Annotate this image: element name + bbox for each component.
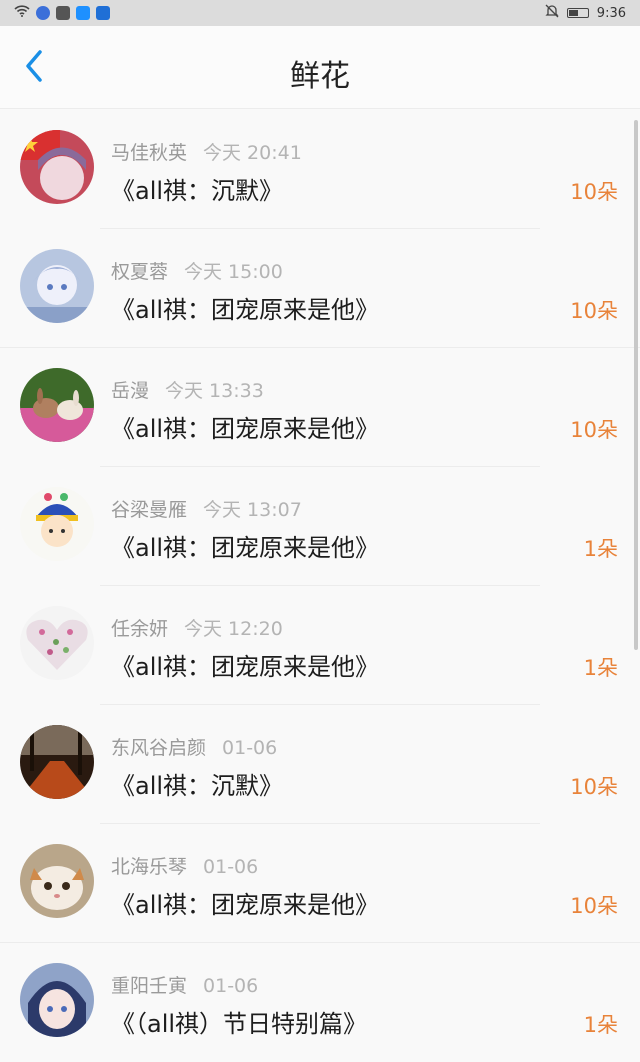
flower-count: 10朵 [570,180,618,204]
user-name[interactable]: 岳漫 [111,380,149,402]
item-meta: 岳漫 今天 13:33 [111,376,264,403]
item-meta: 重阳壬寅 01-06 [111,971,258,998]
avatar[interactable] [20,487,94,561]
list-item[interactable]: 重阳壬寅 01-06 《（all祺）节日特别篇》 1朵 [0,943,640,1062]
book-title[interactable]: 《all祺：团宠原来是他》 [111,647,379,682]
timestamp: 今天 13:33 [165,380,264,402]
battery-icon [566,8,589,18]
mail-notification-icon [56,6,70,20]
timestamp: 01-06 [222,737,278,759]
list-item[interactable]: 北海乐琴 01-06 《all祺：团宠原来是他》 10朵 [0,824,640,943]
timestamp: 今天 15:00 [184,261,283,283]
page-title: 鲜花 [290,59,350,94]
item-meta: 北海乐琴 01-06 [111,852,258,879]
status-bar: 9:36 [0,0,640,26]
avatar[interactable] [20,844,94,918]
list-item[interactable]: 谷梁曼雁 今天 13:07 《all祺：团宠原来是他》 1朵 [0,467,640,586]
book-title[interactable]: 《all祺：团宠原来是他》 [111,290,379,325]
book-title[interactable]: 《all祺：团宠原来是他》 [111,409,379,444]
avatar[interactable] [20,249,94,323]
mute-icon [545,4,559,22]
flower-count: 10朵 [570,418,618,442]
user-name[interactable]: 东风谷启颜 [111,737,206,759]
user-name[interactable]: 北海乐琴 [111,856,187,878]
top-bar: 鲜花 [0,26,640,109]
user-name[interactable]: 马佳秋英 [111,142,187,164]
item-meta: 东风谷启颜 01-06 [111,733,277,760]
wifi-icon [14,5,30,21]
book-title[interactable]: 《all祺：沉默》 [111,171,283,206]
list-item[interactable]: 东风谷启颜 01-06 《all祺：沉默》 10朵 [0,705,640,824]
flower-count: 10朵 [570,775,618,799]
avatar[interactable] [20,963,94,1037]
flower-count: 1朵 [583,1013,618,1037]
user-name[interactable]: 重阳壬寅 [111,975,187,997]
timestamp: 今天 20:41 [203,142,302,164]
status-icons-left [14,5,110,21]
timestamp: 今天 12:20 [184,618,283,640]
item-meta: 权夏蓉 今天 15:00 [111,257,283,284]
timestamp: 01-06 [203,856,259,878]
scrollbar[interactable] [634,120,638,650]
timestamp: 01-06 [203,975,259,997]
status-time: 9:36 [596,5,626,21]
user-name[interactable]: 任余妍 [111,618,168,640]
user-name[interactable]: 权夏蓉 [111,261,168,283]
avatar[interactable] [20,725,94,799]
avatar[interactable] [20,606,94,680]
item-meta: 谷梁曼雁 今天 13:07 [111,495,302,522]
list-item[interactable]: 岳漫 今天 13:33 《all祺：团宠原来是他》 10朵 [0,348,640,467]
book-title[interactable]: 《all祺：团宠原来是他》 [111,528,379,563]
avatar[interactable] [20,130,94,204]
flower-count: 1朵 [583,537,618,561]
search-app-icon [76,6,90,20]
timestamp: 今天 13:07 [203,499,302,521]
flower-count: 10朵 [570,894,618,918]
item-meta: 马佳秋英 今天 20:41 [111,138,302,165]
status-icons-right: 9:36 [545,4,626,22]
list-item[interactable]: 权夏蓉 今天 15:00 《all祺：团宠原来是他》 10朵 [0,229,640,348]
book-title[interactable]: 《all祺：团宠原来是他》 [111,885,379,920]
flower-count: 1朵 [583,656,618,680]
list-item[interactable]: 任余妍 今天 12:20 《all祺：团宠原来是他》 1朵 [0,586,640,705]
cloud-app-icon [96,6,110,20]
app-notification-icon [36,6,50,20]
book-title[interactable]: 《all祺：沉默》 [111,766,283,801]
avatar[interactable] [20,368,94,442]
user-name[interactable]: 谷梁曼雁 [111,499,187,521]
flower-count: 10朵 [570,299,618,323]
list-item[interactable]: 马佳秋英 今天 20:41 《all祺：沉默》 10朵 [0,110,640,229]
item-meta: 任余妍 今天 12:20 [111,614,283,641]
flower-list: 马佳秋英 今天 20:41 《all祺：沉默》 10朵 权夏蓉 今天 15:00 《… [0,110,640,1062]
book-title[interactable]: 《（all祺）节日特别篇》 [111,1004,367,1039]
